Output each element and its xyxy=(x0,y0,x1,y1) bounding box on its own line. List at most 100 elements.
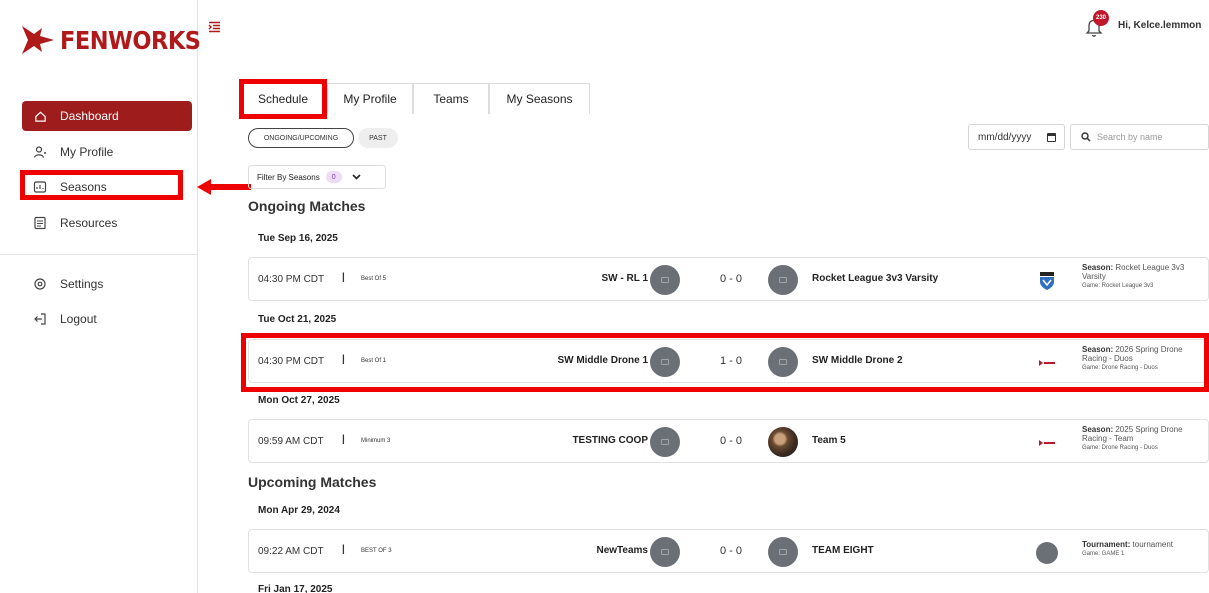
match-format: Minimum 3 xyxy=(361,438,391,444)
placeholder-image-icon xyxy=(661,439,669,445)
tab-teams[interactable]: Teams xyxy=(413,83,489,114)
match-row[interactable]: 04:30 PM CDT | Best Of 5 SW - RL 1 0 - 0… xyxy=(248,257,1209,301)
sidebar-item-label: Resources xyxy=(60,215,118,230)
tab-my-seasons[interactable]: My Seasons xyxy=(489,83,590,114)
season-info: Tournament: tournament Game: GAME 1 xyxy=(1082,540,1208,559)
game-name: Game: GAME 1 xyxy=(1082,551,1125,557)
search-icon xyxy=(1081,132,1091,142)
match-row[interactable]: 09:59 AM CDT | Minimum 3 TESTING COOP 0 … xyxy=(248,419,1209,463)
away-team-logo xyxy=(768,265,798,295)
away-team-name[interactable]: Team 5 xyxy=(812,435,846,446)
season-key: Season: xyxy=(1082,263,1114,272)
match-separator: | xyxy=(342,544,345,555)
placeholder-image-icon xyxy=(661,277,669,283)
arrow-left-icon xyxy=(197,179,251,195)
filter-by-seasons-dropdown[interactable]: Filter By Seasons 0 xyxy=(248,165,386,189)
sidebar-item-dashboard[interactable]: Dashboard xyxy=(22,101,192,131)
search-input[interactable] xyxy=(1097,132,1197,142)
sidebar-item-settings[interactable]: Settings xyxy=(22,269,192,299)
away-team-logo xyxy=(768,537,798,567)
tab-my-profile[interactable]: My Profile xyxy=(327,83,413,114)
home-team-name[interactable]: SW - RL 1 xyxy=(602,273,648,284)
date-placeholder: mm/dd/yyyy xyxy=(978,131,1032,143)
menu-toggle-button[interactable] xyxy=(208,20,221,38)
placeholder-image-icon xyxy=(779,277,787,283)
user-icon xyxy=(32,144,48,160)
logout-icon xyxy=(32,311,48,327)
match-separator: | xyxy=(342,434,345,445)
home-team-logo xyxy=(650,265,680,295)
season-name: tournament xyxy=(1132,540,1173,549)
filter-seasons-count: 0 xyxy=(325,171,342,183)
gear-icon xyxy=(32,276,48,292)
past-toggle[interactable]: PAST xyxy=(358,128,398,148)
game-name: Game: Drone Racing - Duos xyxy=(1082,445,1158,451)
match-time: 04:30 PM CDT xyxy=(258,274,325,285)
chevron-down-icon xyxy=(352,174,361,180)
ongoing-upcoming-toggle[interactable]: ONGOING/UPCOMING xyxy=(248,128,354,148)
season-info: Season: Rocket League 3v3 Varsity Game: … xyxy=(1082,263,1208,291)
tournament-logo xyxy=(1036,542,1058,564)
sidebar: FENWORKS Dashboard My Profile Seasons Re… xyxy=(0,0,201,593)
user-greeting[interactable]: Hi, Kelce.lemmon xyxy=(1118,20,1201,31)
away-team-name[interactable]: TEAM EIGHT xyxy=(812,545,874,556)
season-key: Tournament: xyxy=(1082,540,1131,549)
menu-collapse-icon xyxy=(208,21,220,33)
fenworks-mini-logo-icon xyxy=(1039,440,1055,446)
sidebar-item-label: Logout xyxy=(60,312,97,326)
sidebar-item-label: Dashboard xyxy=(60,109,119,123)
brand-logo[interactable]: FENWORKS xyxy=(20,12,201,68)
sidebar-item-logout[interactable]: Logout xyxy=(22,304,192,334)
date-filter-input[interactable]: mm/dd/yyyy xyxy=(968,124,1065,150)
schedule-tab-highlight-box xyxy=(239,79,327,119)
match-format: Best Of 5 xyxy=(361,276,387,282)
match-date-heading: Tue Oct 21, 2025 xyxy=(258,314,337,325)
ongoing-matches-heading: Ongoing Matches xyxy=(248,198,366,214)
match-score: 0 - 0 xyxy=(719,545,742,557)
placeholder-image-icon xyxy=(779,549,787,555)
match-date-heading: Mon Oct 27, 2025 xyxy=(258,395,340,406)
season-key: Season: xyxy=(1082,425,1114,434)
sidebar-item-my-profile[interactable]: My Profile xyxy=(22,137,192,167)
sidebar-nav: Dashboard My Profile Seasons Resources S… xyxy=(0,101,198,340)
home-team-name[interactable]: TESTING COOP xyxy=(572,435,648,446)
season-logo xyxy=(1036,432,1058,454)
match-row[interactable]: 09:22 AM CDT | BEST OF 3 NewTeams 0 - 0 … xyxy=(248,529,1209,573)
placeholder-image-icon xyxy=(661,549,669,555)
notifications-button[interactable]: 230 xyxy=(1085,10,1111,38)
sidebar-item-resources[interactable]: Resources xyxy=(22,208,192,238)
match-date-heading: Fri Jan 17, 2025 xyxy=(258,584,333,593)
home-team-name[interactable]: NewTeams xyxy=(596,545,648,556)
match-time: 09:59 AM CDT xyxy=(258,436,324,447)
match-date-heading: Tue Sep 16, 2025 xyxy=(258,233,338,244)
resources-icon xyxy=(32,215,48,231)
sidebar-item-label: Settings xyxy=(60,276,104,291)
home-team-logo xyxy=(650,427,680,457)
season-info: Season: 2025 Spring Drone Racing - Team … xyxy=(1082,425,1208,453)
match-score: 0 - 0 xyxy=(719,273,742,285)
brand-name: FENWORKS xyxy=(60,25,201,55)
sidebar-item-label: My Profile xyxy=(60,144,114,159)
sidebar-divider xyxy=(0,253,198,255)
rocket-league-shield-icon xyxy=(1040,272,1054,290)
game-name: Game: Rocket League 3v3 xyxy=(1082,283,1154,289)
notification-count-badge: 230 xyxy=(1093,10,1109,26)
wolf-logo-icon xyxy=(22,26,54,54)
match-date-heading: Mon Apr 29, 2024 xyxy=(258,505,340,516)
home-icon xyxy=(32,108,48,124)
filter-seasons-label: Filter By Seasons xyxy=(257,172,320,182)
home-team-logo xyxy=(650,537,680,567)
search-box[interactable] xyxy=(1070,124,1209,150)
app-root: FENWORKS Dashboard My Profile Seasons Re… xyxy=(0,0,1209,593)
upcoming-matches-heading: Upcoming Matches xyxy=(248,474,377,490)
match-format: BEST OF 3 xyxy=(361,548,392,554)
calendar-icon[interactable] xyxy=(1047,133,1056,142)
match-separator: | xyxy=(342,272,345,283)
away-team-name[interactable]: Rocket League 3v3 Varsity xyxy=(812,273,938,284)
away-team-photo xyxy=(768,427,798,457)
seasons-highlight-box xyxy=(20,170,183,200)
season-logo xyxy=(1036,270,1058,292)
match-score: 0 - 0 xyxy=(719,435,742,447)
match-time: 09:22 AM CDT xyxy=(258,546,324,557)
match-row-highlight-box xyxy=(241,333,1209,392)
